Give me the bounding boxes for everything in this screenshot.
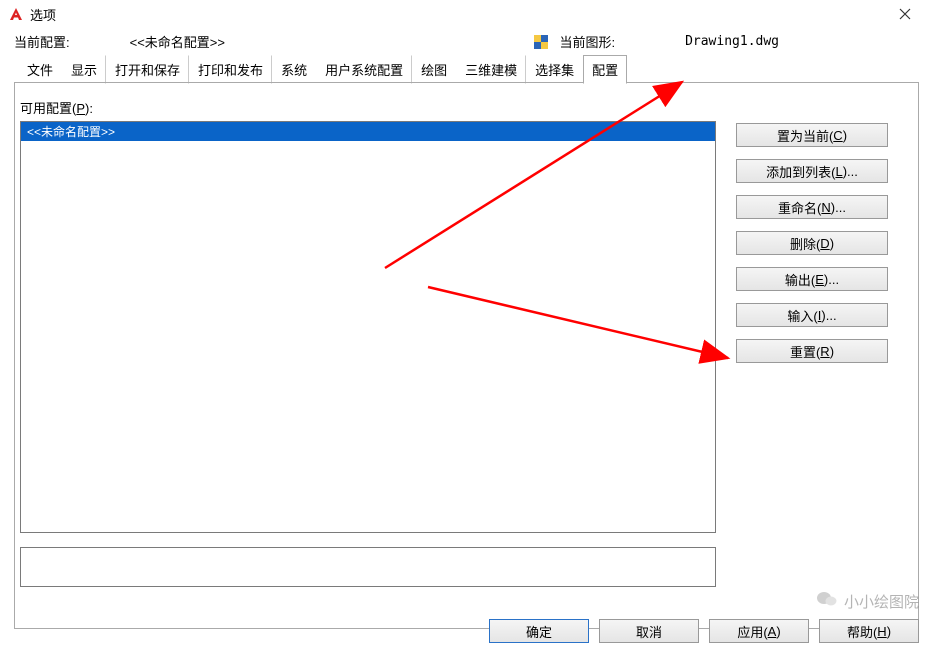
tab-3d-modeling[interactable]: 三维建模 bbox=[456, 55, 526, 84]
cancel-button[interactable]: 取消 bbox=[599, 619, 699, 643]
close-button[interactable] bbox=[885, 2, 925, 26]
tab-profiles[interactable]: 配置 bbox=[583, 55, 627, 84]
import-button[interactable]: 输入(I)... bbox=[736, 303, 888, 327]
app-icon bbox=[8, 6, 24, 22]
apply-button[interactable]: 应用(A) bbox=[709, 619, 809, 643]
bottom-buttons: 确定 取消 应用(A) 帮助(H) bbox=[489, 619, 919, 643]
drawing-icon bbox=[533, 34, 549, 50]
tab-content: 可用配置(P): <<未命名配置>> 置为当前(C) 添加到列表(L)... 重… bbox=[0, 84, 933, 597]
set-current-button[interactable]: 置为当前(C) bbox=[736, 123, 888, 147]
delete-button[interactable]: 删除(D) bbox=[736, 231, 888, 255]
tab-user-prefs[interactable]: 用户系统配置 bbox=[316, 55, 412, 84]
reset-button[interactable]: 重置(R) bbox=[736, 339, 888, 363]
side-buttons: 置为当前(C) 添加到列表(L)... 重命名(N)... 删除(D) 输出(E… bbox=[736, 123, 888, 363]
tab-system[interactable]: 系统 bbox=[272, 55, 316, 84]
current-config-label: 当前配置: bbox=[14, 32, 70, 51]
help-button[interactable]: 帮助(H) bbox=[819, 619, 919, 643]
profiles-listbox[interactable]: <<未命名配置>> bbox=[20, 121, 716, 533]
window-title: 选项 bbox=[30, 5, 56, 24]
export-button[interactable]: 输出(E)... bbox=[736, 267, 888, 291]
list-item[interactable]: <<未命名配置>> bbox=[21, 122, 715, 141]
tab-drafting[interactable]: 绘图 bbox=[412, 55, 456, 84]
current-drawing-label: 当前图形: bbox=[559, 32, 615, 51]
info-row: 当前配置: <<未命名配置>> 当前图形: Drawing1.dwg bbox=[0, 28, 933, 53]
tab-selection[interactable]: 选择集 bbox=[526, 55, 583, 84]
tab-display[interactable]: 显示 bbox=[62, 55, 106, 84]
ok-button[interactable]: 确定 bbox=[489, 619, 589, 643]
current-drawing-value: Drawing1.dwg bbox=[685, 34, 779, 49]
tab-files[interactable]: 文件 bbox=[18, 55, 62, 84]
tab-print-publish[interactable]: 打印和发布 bbox=[189, 55, 272, 84]
add-to-list-button[interactable]: 添加到列表(L)... bbox=[736, 159, 888, 183]
tabs: 文件 显示 打开和保存 打印和发布 系统 用户系统配置 绘图 三维建模 选择集 … bbox=[0, 55, 933, 84]
tab-open-save[interactable]: 打开和保存 bbox=[106, 55, 189, 84]
titlebar: 选项 bbox=[0, 0, 933, 28]
available-profiles-label: 可用配置(P): bbox=[20, 98, 913, 117]
rename-button[interactable]: 重命名(N)... bbox=[736, 195, 888, 219]
description-box bbox=[20, 547, 716, 587]
current-config-value: <<未命名配置>> bbox=[130, 32, 225, 51]
